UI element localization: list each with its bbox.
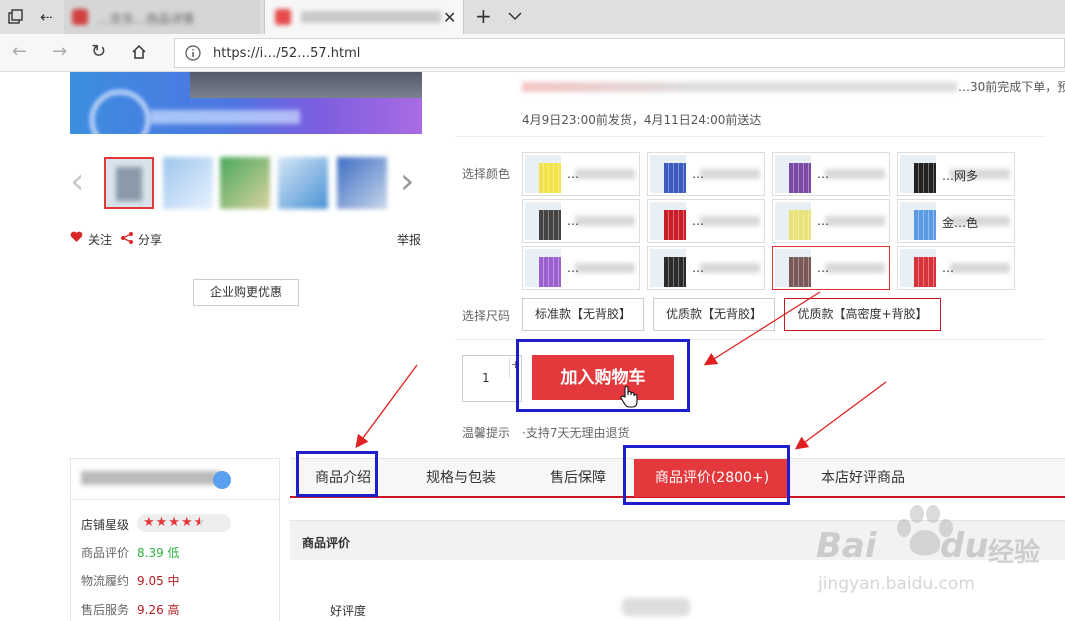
annotation-arrows xyxy=(355,291,887,450)
arrow-to-reviews-tab xyxy=(794,381,887,450)
arrow-to-cart xyxy=(703,291,821,366)
arrow-to-intro-tab xyxy=(355,364,418,449)
